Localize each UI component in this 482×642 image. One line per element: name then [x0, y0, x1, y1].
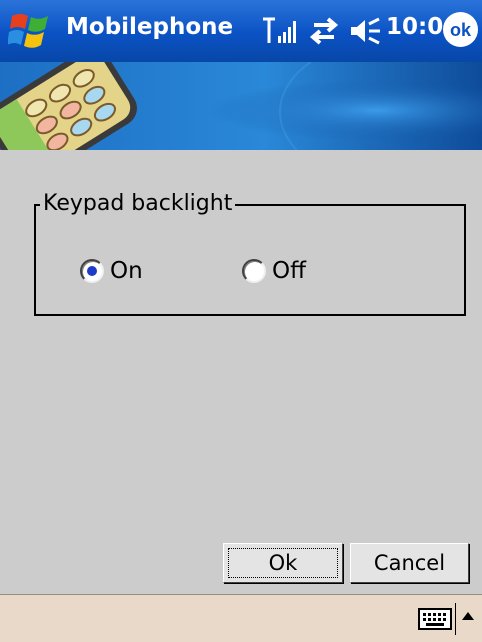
radio-off[interactable]: Off — [242, 254, 306, 288]
app-title: Mobilephone — [66, 14, 234, 40]
group-title: Keypad backlight — [40, 191, 236, 216]
settings-panel: Keypad backlight On Off Ok Cancel — [0, 150, 482, 594]
signal-icon[interactable] — [262, 16, 300, 46]
sip-arrow-icon[interactable] — [461, 609, 475, 623]
radio-selected-dot — [87, 266, 97, 276]
speaker-icon[interactable] — [348, 16, 382, 46]
taskbar — [0, 594, 482, 642]
radio-on-circle[interactable] — [80, 259, 104, 283]
cancel-button[interactable]: Cancel — [350, 543, 469, 583]
ok-button[interactable]: Ok — [223, 543, 343, 583]
sync-icon[interactable] — [306, 16, 342, 46]
taskbar-separator — [455, 603, 456, 635]
header-banner — [0, 62, 482, 150]
radio-on-label[interactable]: On — [110, 258, 143, 284]
windows-start-icon[interactable] — [8, 8, 54, 54]
title-ok-button[interactable]: ok — [443, 12, 478, 47]
ok-button-label: Ok — [228, 548, 338, 578]
keyboard-icon[interactable] — [418, 607, 452, 631]
mobilephone-banner-image — [0, 62, 482, 150]
radio-on[interactable]: On — [80, 254, 143, 288]
radio-off-label[interactable]: Off — [272, 258, 306, 284]
title-bar: Mobilephone 10:04 ok — [0, 0, 482, 62]
radio-off-circle[interactable] — [242, 259, 266, 283]
